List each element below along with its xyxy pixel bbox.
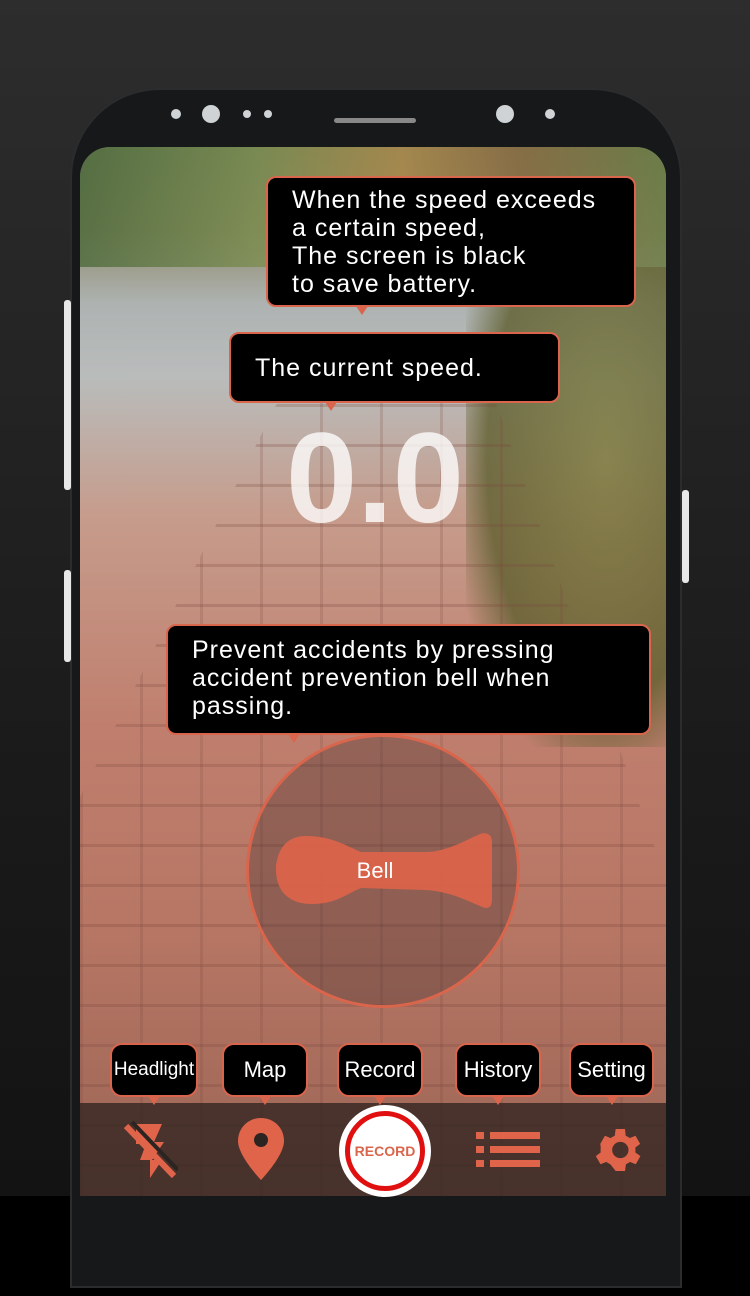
tooltip-line: When the speed exceeds <box>292 186 597 214</box>
tooltip-line: to save battery. <box>292 270 478 298</box>
tooltip-line: The current speed. <box>255 353 483 382</box>
tooltip-label: Headlight <box>113 1059 195 1080</box>
list-icon[interactable] <box>476 1132 540 1168</box>
sensor-dot <box>545 109 555 119</box>
map-tooltip: Map <box>222 1043 308 1105</box>
tooltip-line: Prevent accidents by pressing <box>192 636 555 664</box>
headlight-tooltip: Headlight <box>110 1043 198 1105</box>
tooltip-line: accident prevention bell when <box>192 664 551 692</box>
speaker <box>334 118 416 123</box>
tooltip-label: Map <box>243 1057 287 1082</box>
setting-tooltip: Setting <box>569 1043 654 1105</box>
camera-dot <box>496 105 514 123</box>
sensor-dot <box>243 110 251 118</box>
sensor-dot <box>171 109 181 119</box>
tooltip-label: Record <box>344 1057 416 1082</box>
flash-off-icon[interactable] <box>122 1120 178 1180</box>
tooltip-label: History <box>463 1057 533 1082</box>
tooltip-line: passing. <box>192 692 294 720</box>
battery-tooltip: When the speed exceeds a certain speed, … <box>266 176 636 315</box>
current-speed: 0.0 <box>286 407 464 550</box>
history-tooltip: History <box>455 1043 541 1105</box>
tooltip-line: The screen is black <box>292 242 527 270</box>
record-icon: RECORD <box>345 1111 425 1191</box>
bell-tooltip: Prevent accidents by pressing accident p… <box>166 624 651 743</box>
tooltip-label: Setting <box>577 1057 646 1082</box>
sensor-dot <box>264 110 272 118</box>
bell-label: Bell <box>356 858 394 883</box>
camera-dot <box>202 105 220 123</box>
tooltip-line: a certain speed, <box>292 214 486 242</box>
volume-button <box>64 570 71 662</box>
record-button[interactable]: RECORD <box>339 1105 431 1197</box>
record-tooltip: Record <box>337 1043 423 1105</box>
record-button-label: RECORD <box>354 1143 416 1159</box>
gear-icon[interactable] <box>590 1122 646 1178</box>
map-pin-icon[interactable] <box>238 1118 284 1180</box>
speed-tooltip: The current speed. <box>229 332 560 411</box>
